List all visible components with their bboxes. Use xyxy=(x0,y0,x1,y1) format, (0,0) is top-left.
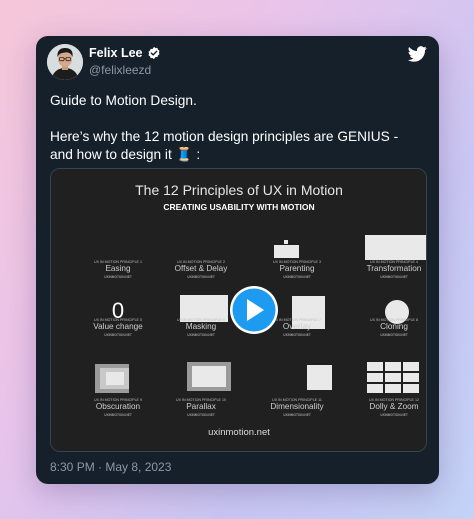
media-infographic: The 12 Principles of UX in Motion CREATI… xyxy=(51,169,426,451)
principle-site: UXINMOTION.NET xyxy=(187,333,215,337)
media-subtitle: CREATING USABILITY WITH MOTION xyxy=(163,202,314,212)
avatar-image xyxy=(47,44,83,80)
author-row: Felix Lee xyxy=(89,46,161,60)
principle-site: UXINMOTION.NET xyxy=(187,275,215,279)
obscuration-illustration xyxy=(95,364,129,393)
tweet-body: Guide to Motion Design. Here’s why the 1… xyxy=(50,92,430,164)
media-video[interactable]: The 12 Principles of UX in Motion CREATI… xyxy=(50,168,427,452)
dolly-zoom-illustration xyxy=(367,362,419,393)
principle-label: Dolly & Zoom xyxy=(369,402,418,411)
principle-site: UXINMOTION.NET xyxy=(283,413,311,417)
principle-label: Parallax xyxy=(186,402,216,411)
principle-site: UXINMOTION.NET xyxy=(104,413,132,417)
media-title: The 12 Principles of UX in Motion xyxy=(135,182,343,198)
principle-site: UXINMOTION.NET xyxy=(187,413,215,417)
principle-site: UXINMOTION.NET xyxy=(380,275,408,279)
principle-label: Easing xyxy=(105,264,130,273)
twitter-bird-icon[interactable] xyxy=(408,46,427,62)
parallax-illustration xyxy=(187,362,231,391)
principle-label: Cloning xyxy=(380,322,408,331)
dimensionality-illustration xyxy=(307,365,332,390)
principle-label: Masking xyxy=(186,322,217,331)
parenting-child-dot xyxy=(284,240,288,244)
principle-label: Value change xyxy=(93,322,143,331)
tweet-timestamp[interactable]: 8:30 PM · May 8, 2023 xyxy=(50,460,171,474)
parenting-illustration xyxy=(274,245,299,258)
principle-site: UXINMOTION.NET xyxy=(283,275,311,279)
author-name[interactable]: Felix Lee xyxy=(89,46,143,60)
principle-site: UXINMOTION.NET xyxy=(104,333,132,337)
principle-label: Obscuration xyxy=(96,402,141,411)
principle-label: Overlay xyxy=(283,322,312,331)
tweet-card: Felix Lee @felixleezd Guide to Motion De… xyxy=(36,36,439,484)
principle-label: Dimensionality xyxy=(270,402,324,411)
transformation-illustration xyxy=(365,235,426,260)
principle-site: UXINMOTION.NET xyxy=(283,333,311,337)
author-handle[interactable]: @felixleezd xyxy=(89,63,151,77)
principle-site: UXINMOTION.NET xyxy=(380,333,408,337)
media-footer: uxinmotion.net xyxy=(208,427,270,438)
tweet-line-1: Guide to Motion Design. xyxy=(50,93,197,108)
avatar[interactable] xyxy=(47,44,83,80)
tweet-line-2: Here’s why the 12 motion design principl… xyxy=(50,129,399,144)
tweet-line-3: and how to design it 🧵 : xyxy=(50,147,201,162)
principle-site: UXINMOTION.NET xyxy=(380,413,408,417)
play-button[interactable] xyxy=(230,286,278,334)
principle-label: Parenting xyxy=(279,264,314,273)
principle-label: Transformation xyxy=(367,264,422,273)
verified-badge-icon xyxy=(148,46,159,60)
principle-site: UXINMOTION.NET xyxy=(104,275,132,279)
principle-label: Offset & Delay xyxy=(175,264,229,273)
